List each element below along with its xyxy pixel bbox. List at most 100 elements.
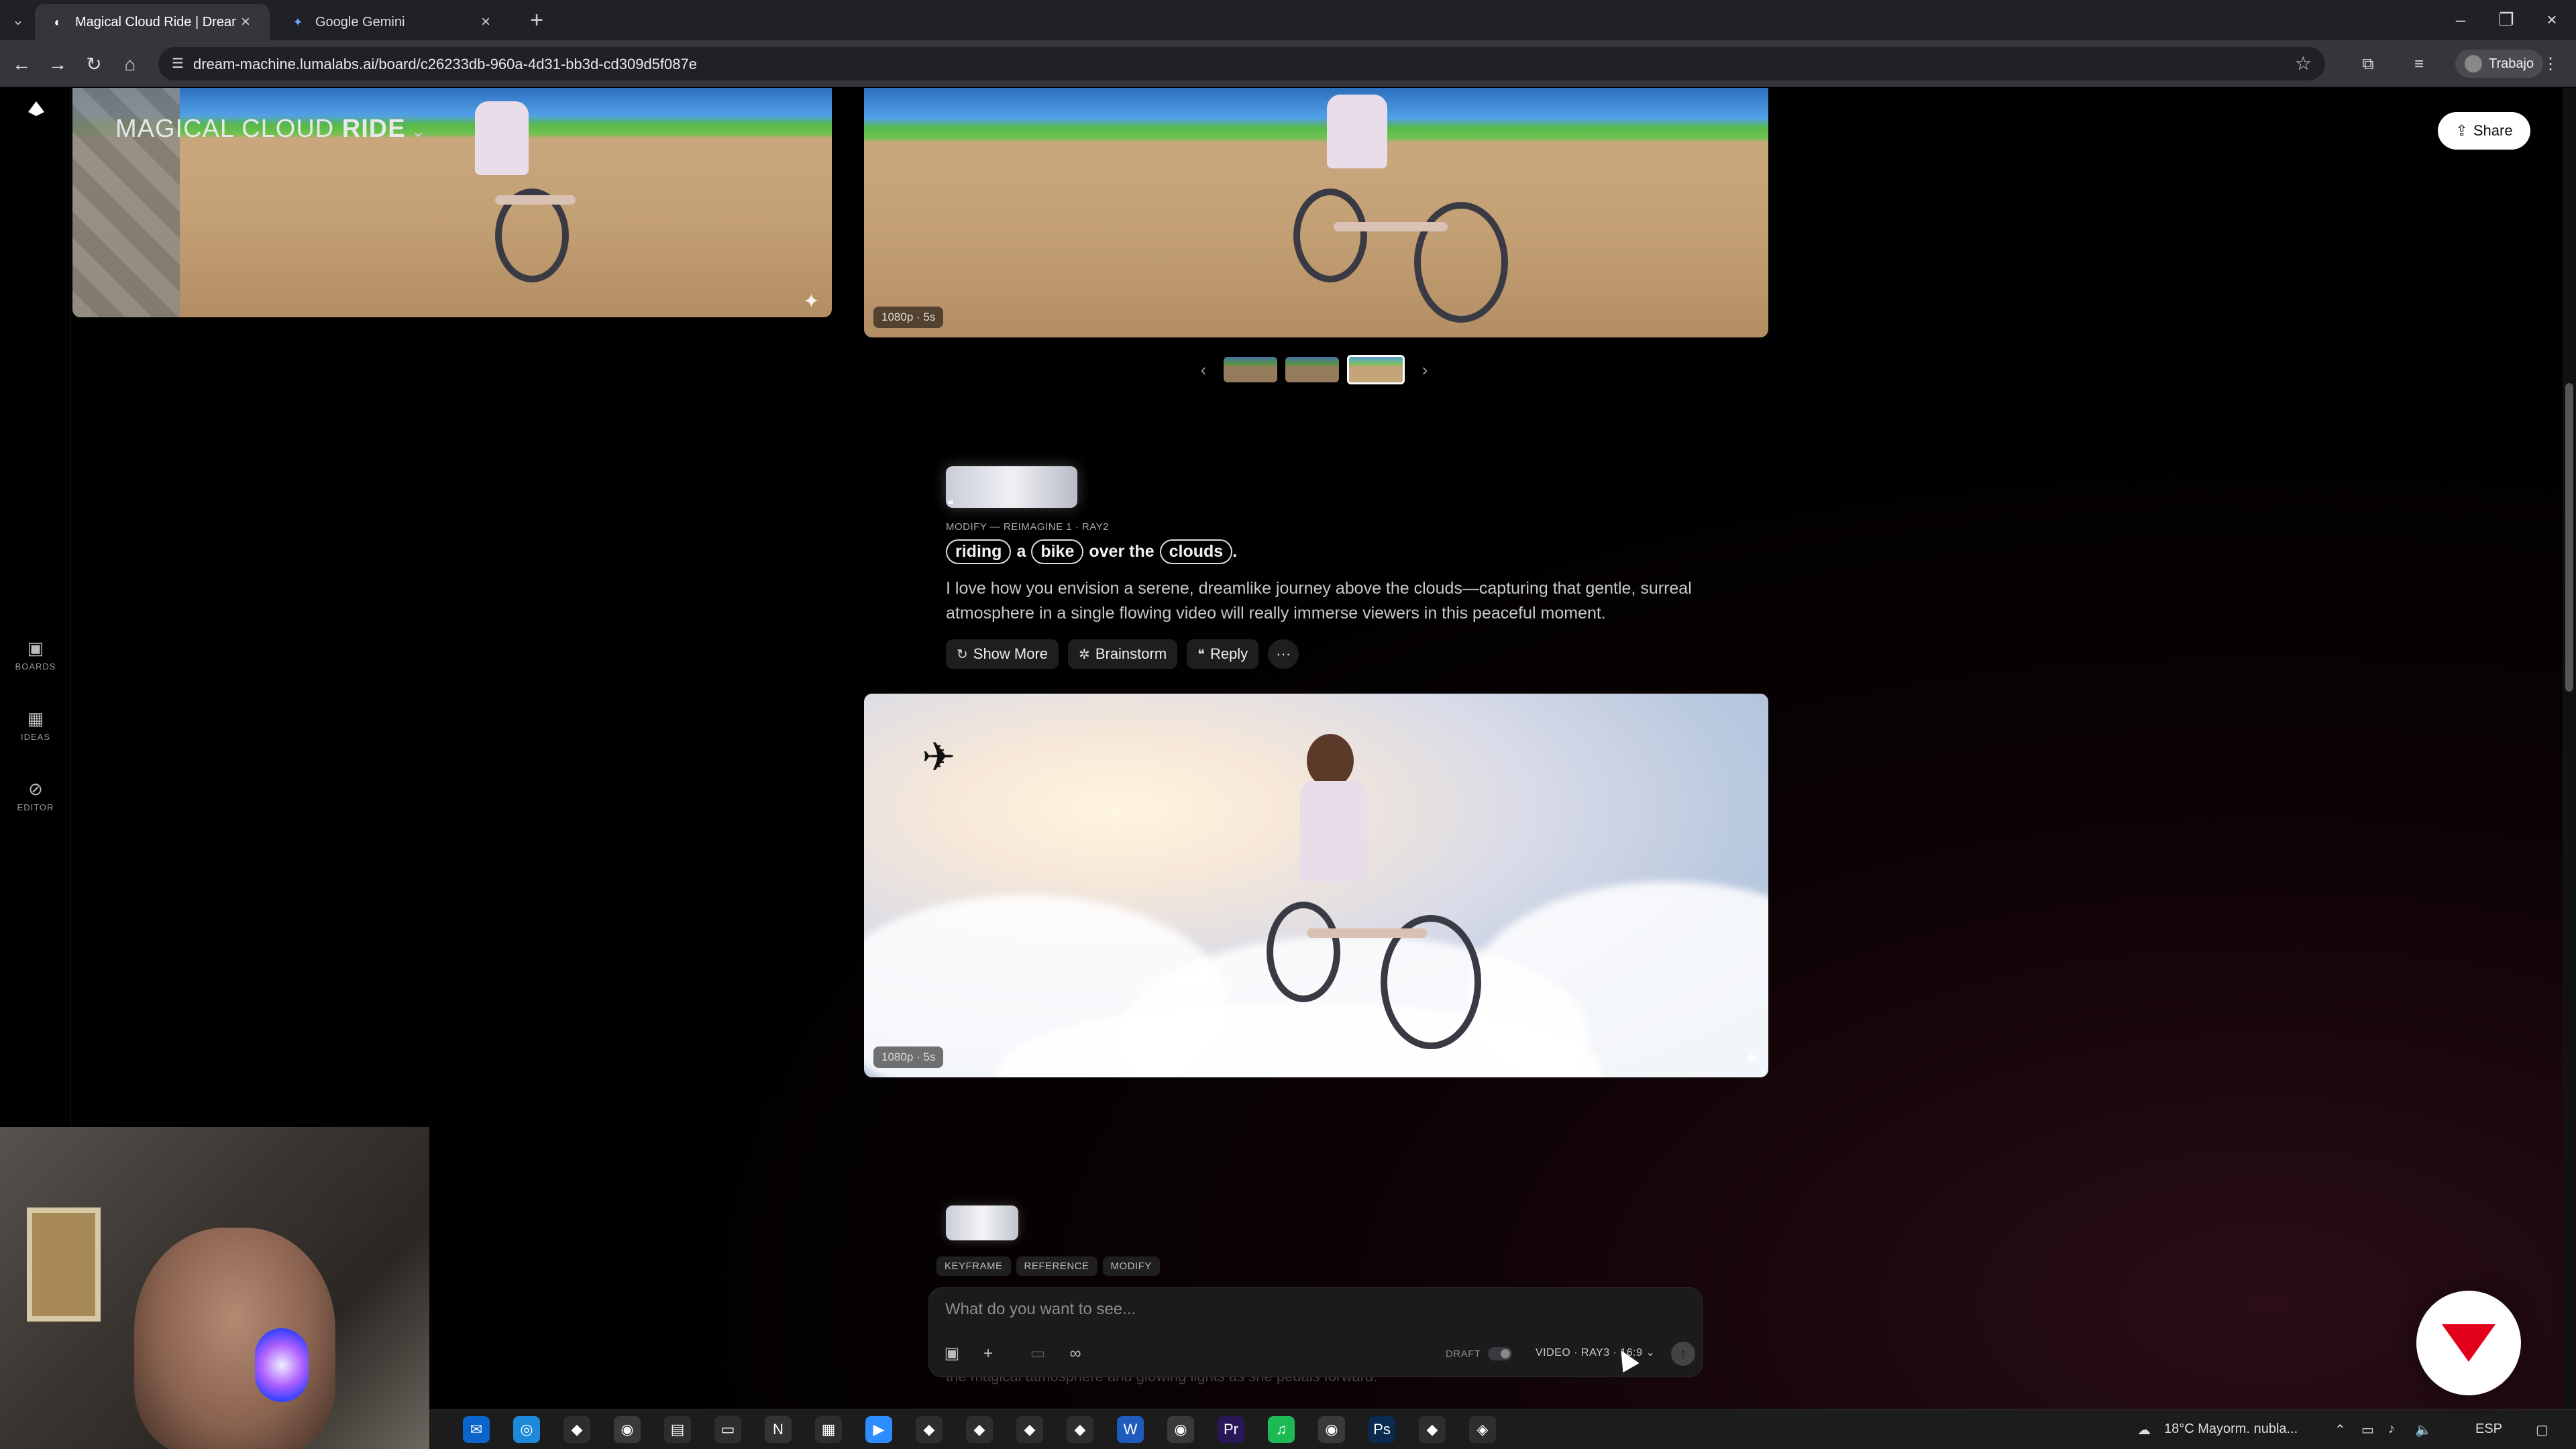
back-icon[interactable]: ← [7, 50, 36, 79]
rail-editor[interactable]: ⊘ EDITOR [0, 779, 71, 814]
minimize-icon[interactable]: – [2438, 4, 2483, 35]
channel-logo [2416, 1291, 2521, 1395]
loop-icon[interactable]: ∞ [1063, 1342, 1087, 1366]
draft-toggle[interactable]: DRAFT [1446, 1347, 1512, 1360]
word-icon[interactable]: W [1117, 1416, 1144, 1443]
generation-prompt-block: ❝ MODIFY — REIMAGINE 1 · RAY2 riding a b… [946, 466, 1697, 669]
chevron-right-icon[interactable]: › [1413, 360, 1437, 380]
rail-ideas-label: IDEAS [20, 732, 50, 742]
edge-icon[interactable]: ◎ [513, 1416, 540, 1443]
reference-image-thumb[interactable] [946, 1205, 1018, 1240]
toggle-switch[interactable] [1487, 1347, 1512, 1360]
notifications-icon[interactable]: ▢ [2536, 1421, 2548, 1438]
brainstorm-button[interactable]: ✲ Brainstorm [1068, 639, 1178, 669]
calendar-icon[interactable]: ▦ [815, 1416, 842, 1443]
prompt-chip[interactable]: riding [946, 539, 1012, 564]
bookmark-star-icon[interactable]: ☆ [2295, 52, 2312, 74]
app-icon[interactable]: ◆ [916, 1416, 943, 1443]
outlook-icon[interactable]: ✉ [463, 1416, 490, 1443]
extensions-icon[interactable]: ⧉ [2355, 51, 2381, 78]
red-logo-mark [2442, 1324, 2496, 1362]
prompt-chip[interactable]: bike [1031, 539, 1084, 564]
site-info-icon[interactable]: ☰ [168, 54, 188, 74]
photoshop-icon[interactable]: Ps [1368, 1416, 1395, 1443]
reply-label: Reply [1210, 645, 1248, 662]
premiere-icon[interactable]: Pr [1218, 1416, 1244, 1443]
new-tab-icon[interactable]: + [523, 7, 550, 34]
weather-icon[interactable]: ☁ [2137, 1421, 2151, 1438]
chrome-icon[interactable]: ◉ [1167, 1416, 1194, 1443]
image-upload-icon[interactable]: ▣ [940, 1342, 964, 1366]
home-icon[interactable]: ⌂ [115, 50, 145, 79]
media-control-icon[interactable]: ≡ [2406, 51, 2432, 78]
weather-text[interactable]: 18°C Mayorm. nubla... [2164, 1421, 2298, 1437]
luma-logo-icon[interactable] [25, 97, 47, 119]
show-more-button[interactable]: ↻ Show More [946, 639, 1059, 669]
reference-image-thumb[interactable]: ❝ [946, 466, 1077, 511]
close-icon[interactable]: × [236, 13, 255, 32]
webcam-overlay [0, 1127, 429, 1449]
language-indicator[interactable]: ESP [2475, 1421, 2502, 1437]
prompt-chip[interactable]: clouds [1159, 539, 1233, 564]
prompt-word: a [1016, 542, 1026, 561]
variant-thumb-active[interactable] [1347, 355, 1405, 384]
tab-magical-cloud-ride[interactable]: ◐ Magical Cloud Ride | Dream M × [35, 4, 270, 40]
close-window-icon[interactable]: × [2529, 4, 2575, 35]
chrome-icon[interactable]: ◉ [614, 1416, 641, 1443]
tab-reference[interactable]: REFERENCE [1016, 1256, 1097, 1276]
app-icon[interactable]: ◆ [564, 1416, 590, 1443]
profile-label: Trabajo [2489, 56, 2534, 71]
quote-icon: ❝ [947, 498, 954, 511]
reload-icon[interactable]: ↻ [79, 50, 109, 79]
app-icon[interactable]: ◆ [1419, 1416, 1446, 1443]
menu-kebab-icon[interactable]: ⋮ [2537, 51, 2564, 78]
frame-icon[interactable]: ▭ [1026, 1342, 1050, 1366]
app-icon[interactable]: ◆ [966, 1416, 993, 1443]
profile-button[interactable]: Trabajo [2455, 50, 2544, 78]
davinci-icon[interactable]: ◈ [1469, 1416, 1496, 1443]
rail-ideas[interactable]: ▦ IDEAS [0, 708, 71, 743]
top-video[interactable]: 1080p · 5s [864, 88, 1768, 337]
model-selector[interactable]: VIDEO · RAY3 · 16:9 ⌄ [1536, 1346, 1655, 1359]
tab-keyframe[interactable]: KEYFRAME [936, 1256, 1011, 1276]
microphone-icon[interactable]: ♪ [2388, 1421, 2395, 1437]
notion-icon[interactable]: N [765, 1416, 792, 1443]
url-text[interactable]: dream-machine.lumalabs.ai/board/c26233db… [193, 56, 697, 73]
zoom-icon[interactable]: ▶ [865, 1416, 892, 1443]
quote-icon: ❝ [1197, 647, 1205, 662]
more-options-button[interactable]: ··· [1268, 639, 1299, 669]
variant-thumb[interactable] [1285, 357, 1339, 382]
tray-chevron-icon[interactable]: ⌃ [2334, 1421, 2346, 1438]
app-icon[interactable]: ◆ [1067, 1416, 1093, 1443]
send-button[interactable]: ↑ [1671, 1342, 1695, 1366]
app-icon[interactable]: ◆ [1016, 1416, 1043, 1443]
prompt-input[interactable] [945, 1297, 1616, 1322]
main-video[interactable]: ✈ ✦ 1080p · 5s [864, 694, 1768, 1077]
variant-thumb[interactable] [1224, 357, 1277, 382]
more-icon: ··· [1276, 645, 1291, 662]
scrollbar-thumb[interactable] [2565, 383, 2573, 692]
add-icon[interactable]: + [976, 1342, 1000, 1366]
share-button[interactable]: ⇪ Share [2438, 112, 2530, 150]
close-icon[interactable]: × [476, 13, 495, 32]
address-bar[interactable]: ☰ dream-machine.lumalabs.ai/board/c26233… [158, 47, 2325, 80]
tab-google-gemini[interactable]: ✦ Google Gemini × [275, 4, 510, 40]
sparkle-icon: ✦ [802, 290, 820, 313]
volume-icon[interactable]: 🔈 [2415, 1421, 2432, 1438]
reply-button[interactable]: ❝ Reply [1187, 639, 1259, 669]
explorer-icon[interactable]: ▭ [714, 1416, 741, 1443]
tab-search-icon[interactable]: ⌄ [7, 9, 30, 31]
rail-boards[interactable]: ▣ BOARDS [0, 638, 71, 673]
forward-icon[interactable]: → [43, 50, 72, 79]
restore-icon[interactable]: ❐ [2483, 4, 2529, 35]
chrome-icon[interactable]: ◉ [1318, 1416, 1345, 1443]
spotify-icon[interactable]: ♫ [1268, 1416, 1295, 1443]
page-scrollbar[interactable] [2563, 88, 2576, 1409]
chevron-down-icon[interactable]: ⌄ [411, 121, 427, 141]
network-icon[interactable]: ▭ [2361, 1421, 2374, 1438]
tab-modify[interactable]: MODIFY [1102, 1256, 1160, 1276]
store-icon[interactable]: ▤ [664, 1416, 691, 1443]
rgb-headset [255, 1328, 309, 1402]
board-title[interactable]: MAGICAL CLOUD RIDE ⌄ [115, 115, 426, 144]
chevron-left-icon[interactable]: ‹ [1191, 360, 1216, 380]
